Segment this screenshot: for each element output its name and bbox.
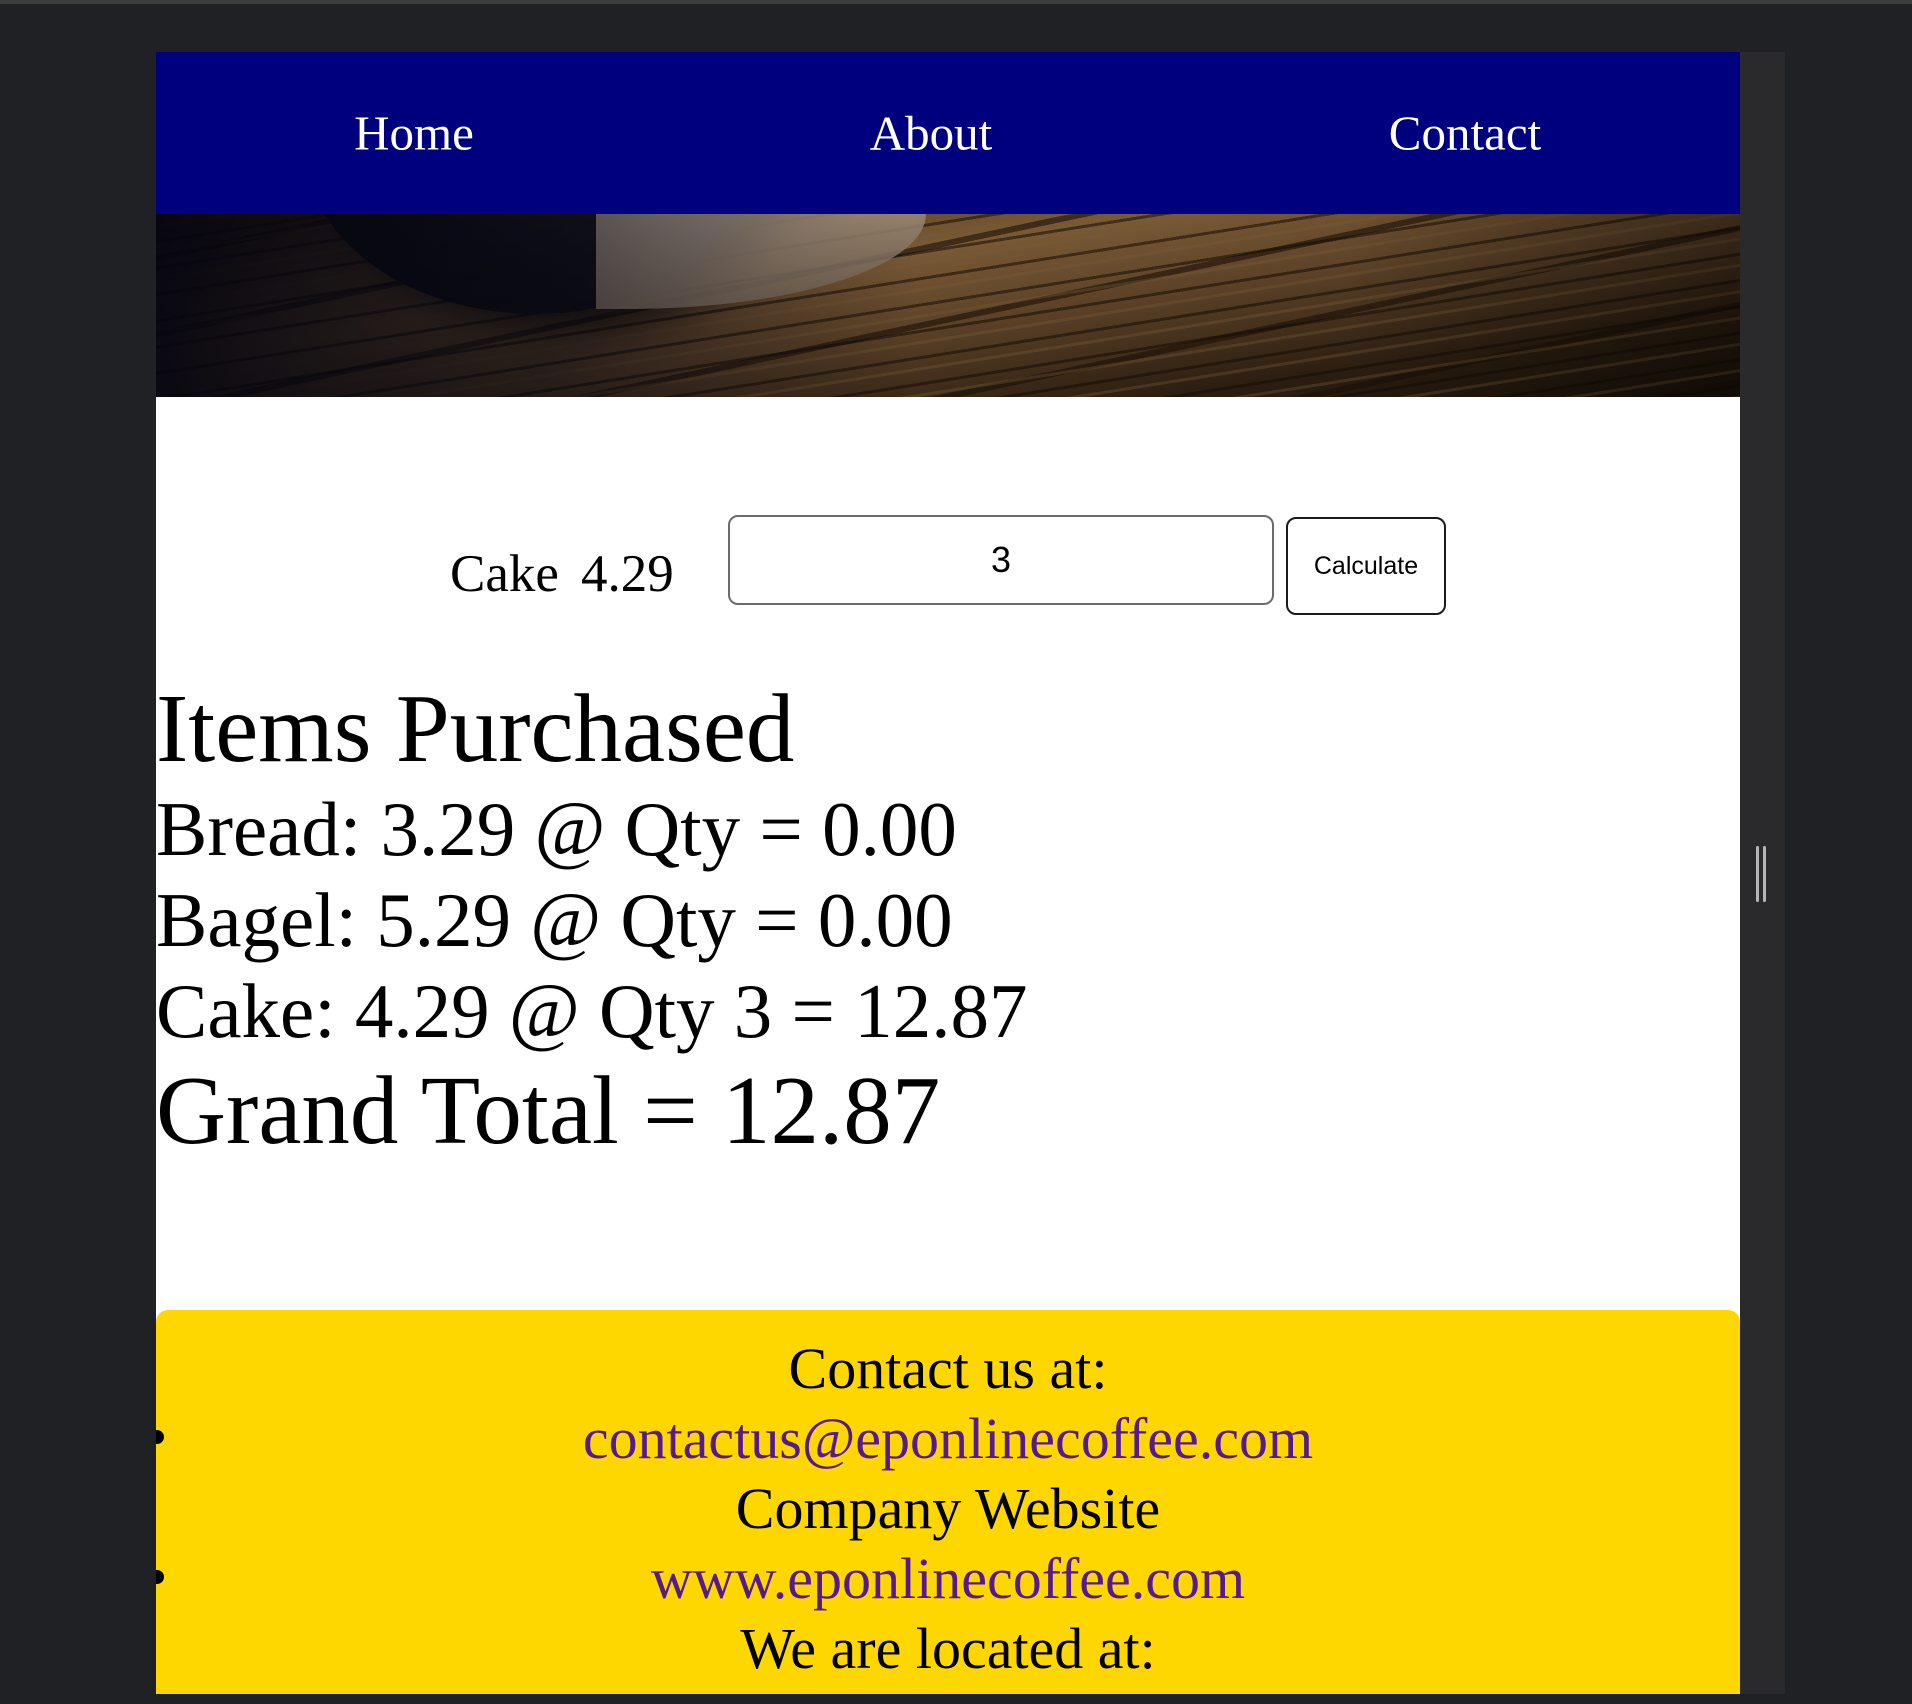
location-heading: We are located at: xyxy=(740,1616,1156,1681)
line-item-bread: Bread: 3.29 @ Qty = 0.00 xyxy=(156,786,957,872)
web-page: Home About Contact Cake 4.29 Calculate I… xyxy=(156,52,1740,1694)
main-nav: Home About Contact xyxy=(156,52,1740,214)
nav-about-link[interactable]: About xyxy=(870,105,993,162)
line-item-cake: Cake: 4.29 @ Qty 3 = 12.87 xyxy=(156,968,1028,1054)
email-item: contactus@eponlinecoffee.com xyxy=(156,1404,1740,1474)
purchase-summary: Items Purchased Bread: 3.29 @ Qty = 0.00… xyxy=(156,674,1740,1165)
contact-heading: Contact us at: xyxy=(788,1336,1108,1401)
website-heading: Company Website xyxy=(735,1476,1161,1541)
item-name-label: Cake xyxy=(450,545,559,603)
email-link[interactable]: contactus@eponlinecoffee.com xyxy=(583,1406,1313,1471)
browser-top-strip xyxy=(0,0,1912,4)
calculate-button[interactable]: Calculate xyxy=(1286,517,1446,615)
website-item: www.eponlinecoffee.com xyxy=(156,1544,1740,1614)
nav-contact-link[interactable]: Contact xyxy=(1389,105,1541,162)
resize-handle-icon[interactable] xyxy=(1754,846,1768,902)
item-price-label: 4.29 xyxy=(581,545,674,603)
line-item-bagel: Bagel: 5.29 @ Qty = 0.00 xyxy=(156,877,953,963)
quantity-input[interactable] xyxy=(728,515,1274,605)
hero-banner-image xyxy=(156,214,1740,397)
order-form: Cake 4.29 Calculate xyxy=(156,397,1740,677)
summary-heading: Items Purchased xyxy=(156,675,795,782)
resize-handle-bar xyxy=(1763,846,1766,902)
resize-handle-bar xyxy=(1756,846,1759,902)
site-footer: Contact us at: contactus@eponlinecoffee.… xyxy=(156,1310,1740,1694)
nav-home-link[interactable]: Home xyxy=(354,105,474,162)
website-link[interactable]: www.eponlinecoffee.com xyxy=(651,1546,1245,1611)
hero-shade xyxy=(156,214,1740,397)
grand-total: Grand Total = 12.87 xyxy=(156,1057,941,1164)
